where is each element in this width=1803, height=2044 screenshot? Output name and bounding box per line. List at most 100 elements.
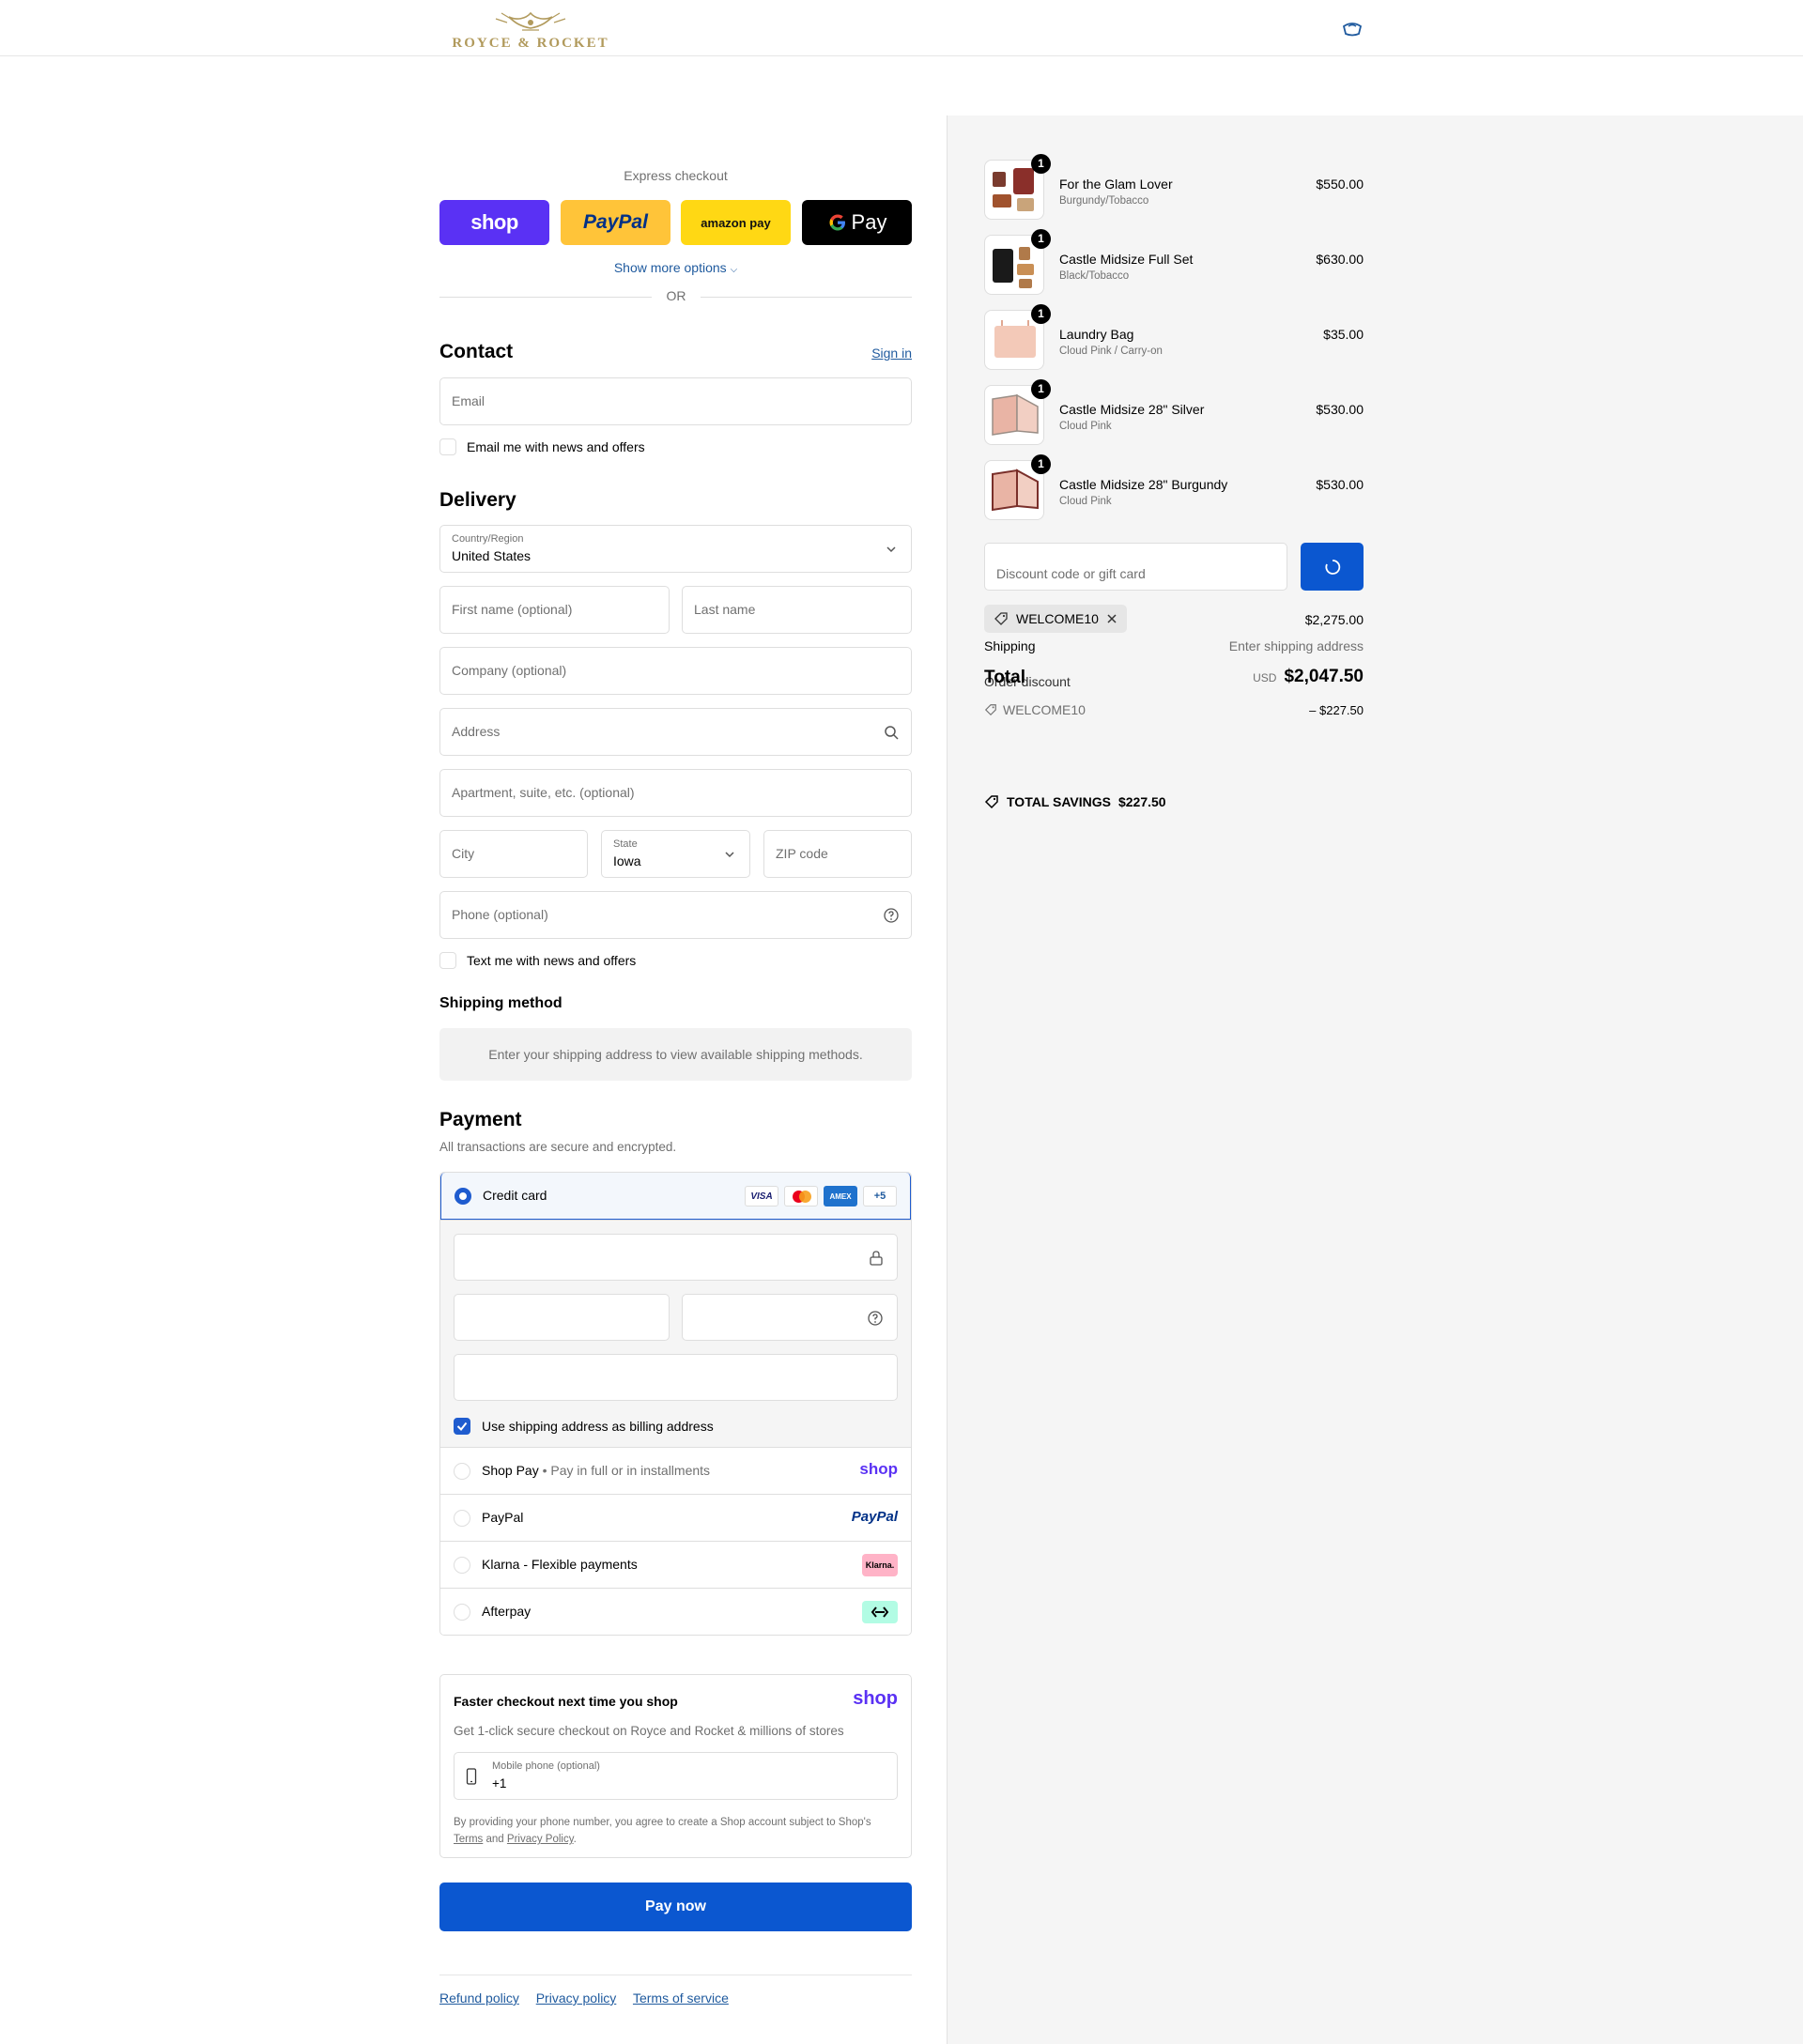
shop-pay-radio[interactable] [454,1463,470,1480]
help-icon[interactable] [867,1310,884,1327]
apply-discount-button[interactable] [1301,543,1364,591]
privacy-policy-link[interactable]: Privacy policy [536,1990,617,2006]
item-variant: Black/Tobacco [1059,270,1130,282]
chevron-down-icon: ⌵ [730,265,738,275]
express-checkout-label: Express checkout [624,168,728,183]
phone-icon [466,1768,477,1785]
terms-of-service-link[interactable]: Terms of service [633,1990,729,2006]
crest-icon [495,11,566,31]
chevron-down-icon [886,546,896,553]
afterpay-radio[interactable] [454,1604,470,1621]
cart-item: 1 Castle Midsize 28" Burgundy Cloud Pink… [984,454,1364,528]
item-variant: Cloud Pink [1059,421,1112,432]
paypal-express-button[interactable]: PayPal [561,200,670,245]
total-savings: TOTAL SAVINGS $227.50 [984,794,1166,809]
card-name-field[interactable] [454,1354,898,1401]
zip-field[interactable]: ZIP code [763,830,912,878]
brand-logo[interactable]: ROYCE & ROCKET [439,9,622,51]
shop-pay-express-button[interactable]: shop [439,200,549,245]
google-pay-express-button[interactable]: Pay [802,200,912,245]
search-icon [885,726,899,740]
amex-icon: AMEX [824,1186,857,1206]
mastercard-icon [784,1186,818,1206]
quantity-badge: 1 [1031,379,1051,399]
paypal-radio[interactable] [454,1510,470,1527]
city-field[interactable]: City [439,830,588,878]
more-cards-badge: +5 [863,1186,897,1206]
subtotal-value: $2,275.00 [1304,612,1364,627]
shop-signup-description: Get 1-click secure checkout on Royce and… [454,1724,844,1738]
amazon-pay-express-button[interactable]: amazon pay [681,200,791,245]
sms-label: Text me with news and offers [467,953,637,968]
total-amount: USD $2,047.50 [1253,667,1364,687]
afterpay-icon [871,1606,889,1618]
credit-card-option[interactable]: Credit card VISA AMEX +5 [440,1173,911,1220]
cart-item: 1 Laundry Bag Cloud Pink / Carry-on $35.… [984,304,1364,377]
shop-terms-link[interactable]: Terms [454,1834,483,1845]
cart-item: 1 For the Glam Lover Burgundy/Tobacco $5… [984,154,1364,227]
klarna-logo: Klarna. [862,1554,898,1576]
lock-icon [870,1251,883,1266]
phone-field[interactable]: Phone (optional) [439,891,912,939]
item-name: Castle Midsize 28" Burgundy [1059,477,1228,492]
delivery-heading: Delivery [439,489,516,511]
mobile-phone-field[interactable]: Mobile phone (optional) +1 [454,1752,898,1800]
visa-icon: VISA [745,1186,778,1206]
credit-card-form: Use shipping address as billing address [440,1220,911,1447]
shop-pay-option[interactable]: Shop Pay • Pay in full or in installment… [440,1447,911,1494]
shop-privacy-link[interactable]: Privacy Policy [507,1834,574,1845]
last-name-field[interactable]: Last name [682,586,912,634]
afterpay-option[interactable]: Afterpay [440,1588,911,1635]
shipping-label: Shipping [984,638,1036,653]
payment-heading: Payment [439,1109,522,1130]
total-label: Total [984,668,1025,687]
cart-item: 1 Castle Midsize Full Set Black/Tobacco … [984,229,1364,302]
item-price: $630.00 [1316,252,1364,267]
email-newsletter-label: Email me with news and offers [467,439,645,454]
quantity-badge: 1 [1031,304,1051,324]
item-price: $35.00 [1323,327,1364,342]
company-field[interactable]: Company (optional) [439,647,912,695]
item-price: $530.00 [1316,477,1364,492]
pay-now-button[interactable]: Pay now [439,1883,912,1931]
shop-pay-subtitle: Pay in full or in installments [550,1463,711,1478]
item-price: $550.00 [1316,177,1364,192]
item-variant: Burgundy/Tobacco [1059,195,1149,207]
sms-checkbox[interactable] [439,952,456,969]
credit-card-radio[interactable] [455,1188,471,1205]
first-name-field[interactable]: First name (optional) [439,586,670,634]
shop-signup-box: Faster checkout next time you shop shop … [439,1674,912,1858]
cart-item: 1 Castle Midsize 28" Silver Cloud Pink $… [984,379,1364,453]
help-icon[interactable] [883,907,900,924]
address-field[interactable]: Address [439,708,912,756]
country-select[interactable]: Country/Region United States [439,525,912,573]
shipping-method-notice: Enter your shipping address to view avai… [439,1028,912,1081]
payment-methods: Credit card VISA AMEX +5 Use shipping ad… [439,1172,912,1636]
shipping-value: Enter shipping address [1228,638,1364,653]
quantity-badge: 1 [1031,454,1051,474]
shop-signup-title: Faster checkout next time you shop [454,1694,678,1709]
sign-in-link[interactable]: Sign in [871,346,912,361]
close-icon[interactable] [1106,613,1117,624]
contact-heading: Contact [439,341,514,362]
show-more-options-link[interactable]: Show more options ⌵ [439,260,912,275]
bag-icon[interactable] [1341,19,1364,38]
email-field[interactable]: Email [439,377,912,425]
card-expiry-field[interactable] [454,1294,670,1341]
paypal-option[interactable]: PayPal PayPal [440,1494,911,1541]
refund-policy-link[interactable]: Refund policy [439,1990,519,2006]
quantity-badge: 1 [1031,229,1051,249]
billing-same-checkbox[interactable] [454,1418,470,1435]
card-number-field[interactable] [454,1234,898,1281]
order-discount-code: WELCOME10 [984,702,1086,717]
card-cvv-field[interactable] [682,1294,898,1341]
discount-code-field[interactable]: Discount code or gift card [984,543,1287,591]
klarna-option[interactable]: Klarna - Flexible payments Klarna. [440,1541,911,1588]
item-name: Castle Midsize 28" Silver [1059,402,1205,417]
klarna-radio[interactable] [454,1557,470,1574]
payment-subtitle: All transactions are secure and encrypte… [439,1140,677,1154]
state-select[interactable]: State Iowa [601,830,750,878]
apartment-field[interactable]: Apartment, suite, etc. (optional) [439,769,912,817]
email-newsletter-checkbox[interactable] [439,438,456,455]
item-name: Castle Midsize Full Set [1059,252,1194,267]
